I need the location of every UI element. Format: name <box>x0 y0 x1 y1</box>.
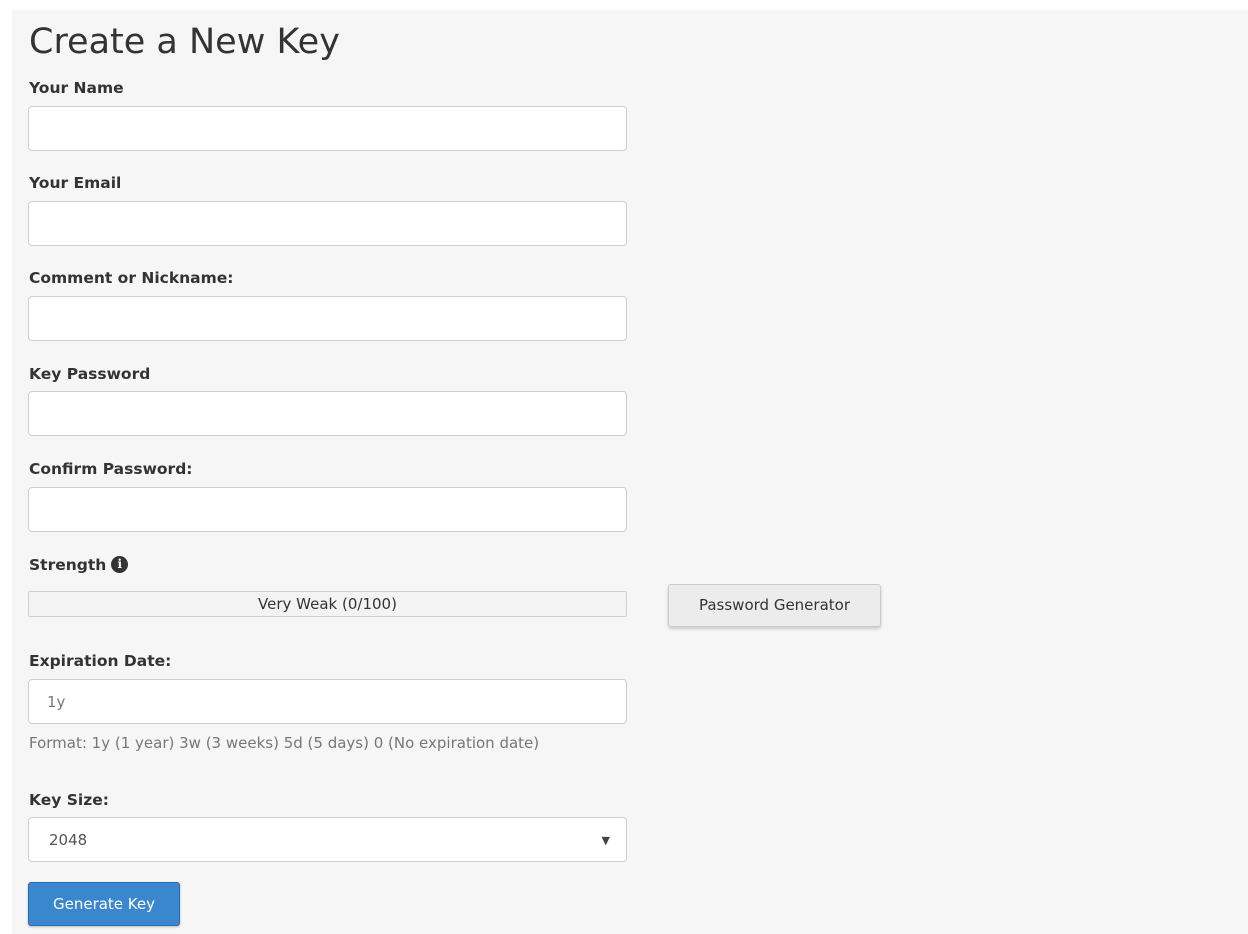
confirm-password-label: Confirm Password: <box>29 460 193 478</box>
strength-label-row: Strength i <box>29 555 129 575</box>
expiration-format-help: Format: 1y (1 year) 3w (3 weeks) 5d (5 d… <box>29 734 540 752</box>
expiration-date-label: Expiration Date: <box>29 652 172 670</box>
key-size-label: Key Size: <box>29 791 109 809</box>
comment-input[interactable] <box>28 296 627 341</box>
key-password-label: Key Password <box>29 365 151 383</box>
page-title: Create a New Key <box>29 22 340 62</box>
password-strength-meter: Very Weak (0/100) <box>28 591 627 617</box>
expiration-date-input[interactable] <box>28 679 627 724</box>
caret-down-icon: ▼ <box>601 834 610 847</box>
strength-meter-text: Very Weak (0/100) <box>258 595 397 613</box>
name-label: Your Name <box>29 79 124 97</box>
key-size-selected-value: 2048 <box>49 831 88 849</box>
generate-key-button[interactable]: Generate Key <box>28 882 180 926</box>
info-circle-icon[interactable]: i <box>111 556 129 573</box>
comment-label: Comment or Nickname: <box>29 269 234 287</box>
confirm-password-input[interactable] <box>28 487 627 532</box>
key-size-select[interactable]: 2048 ▼ <box>28 817 627 862</box>
password-generator-button[interactable]: Password Generator <box>668 584 881 627</box>
strength-label: Strength <box>29 556 107 574</box>
email-label: Your Email <box>29 174 122 192</box>
email-input[interactable] <box>28 201 627 246</box>
key-password-input[interactable] <box>28 391 627 436</box>
name-input[interactable] <box>28 106 627 151</box>
